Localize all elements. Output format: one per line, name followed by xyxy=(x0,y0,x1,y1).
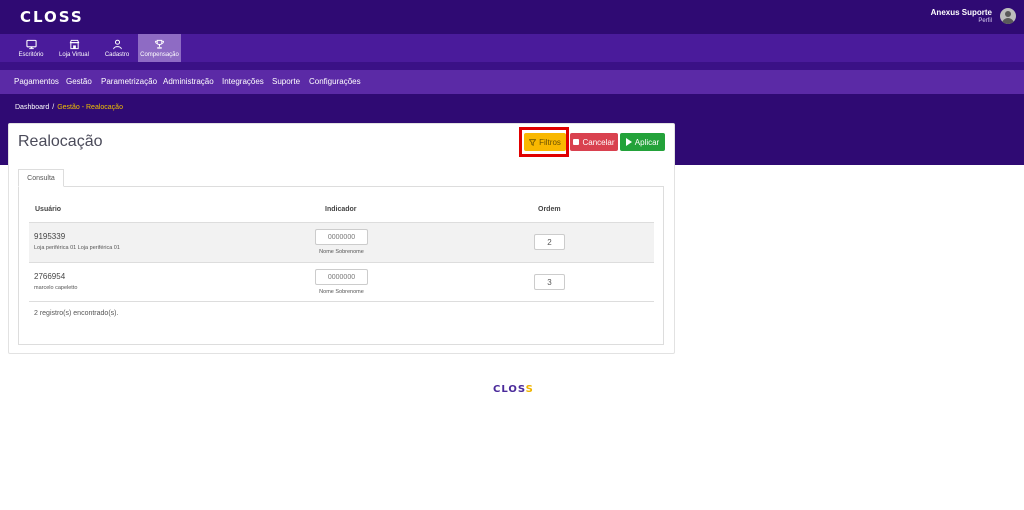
module-label: Compensação xyxy=(140,51,179,58)
breadcrumb-dashboard[interactable]: Dashboard xyxy=(15,104,49,111)
apply-button[interactable]: Aplicar xyxy=(620,133,665,151)
breadcrumb: Dashboard / Gestão - Realocação xyxy=(15,104,123,111)
indicator-name: Nome Sobrenome xyxy=(319,289,364,295)
filters-button[interactable]: Filtros xyxy=(524,133,566,151)
module-compensacao[interactable]: Compensação xyxy=(138,34,181,62)
user-name-cell: marcelo capeletto xyxy=(34,285,78,291)
brand-logo[interactable]: CLOSS xyxy=(20,8,84,26)
table-row: 2766954 marcelo capeletto 0000000 Nome S… xyxy=(29,262,654,302)
module-label: Cadastro xyxy=(104,51,130,58)
indicator-input[interactable]: 0000000 xyxy=(315,269,368,285)
main-menu: Pagamentos Gestão Parametrização Adminis… xyxy=(0,70,1024,94)
cancel-label: Cancelar xyxy=(582,137,615,147)
avatar-head xyxy=(1005,11,1011,17)
filters-label: Filtros xyxy=(539,137,561,147)
order-input[interactable]: 2 xyxy=(534,234,565,250)
footer-logo-main: CLOS xyxy=(493,384,526,395)
user-id: 2766954 xyxy=(34,272,66,281)
cancel-button[interactable]: Cancelar xyxy=(570,133,618,151)
tab-consulta[interactable]: Consulta xyxy=(18,169,64,187)
menu-item-gestao[interactable]: Gestão xyxy=(66,77,92,86)
user-name[interactable]: Anexus Suporte xyxy=(931,8,992,17)
column-header-indicador: Indicador xyxy=(325,206,357,213)
filter-icon xyxy=(529,138,537,146)
avatar[interactable] xyxy=(1000,8,1016,24)
table-row: 9195339 Loja periférica 01 Loja periféri… xyxy=(29,222,654,262)
menu-item-pagamentos[interactable]: Pagamentos xyxy=(14,77,59,86)
footer-logo-accent: S xyxy=(525,384,534,395)
module-cadastro[interactable]: Cadastro xyxy=(100,34,134,62)
column-header-usuario: Usuário xyxy=(35,206,62,213)
top-bar: CLOSS Anexus Suporte Perfil xyxy=(0,0,1024,34)
module-label: Escritório xyxy=(18,51,44,58)
play-icon xyxy=(625,138,632,146)
indicator-name: Nome Sobrenome xyxy=(319,249,364,255)
user-name-cell: Loja periférica 01 Loja periférica 01 xyxy=(34,245,120,251)
module-loja-virtual[interactable]: Loja Virtual xyxy=(54,34,94,62)
records-count: 2 registro(s) encontrado(s). xyxy=(34,310,119,317)
order-input[interactable]: 3 xyxy=(534,274,565,290)
indicator-input[interactable]: 0000000 xyxy=(315,229,368,245)
footer-logo: CLOSS xyxy=(493,384,534,395)
column-header-ordem: Ordem xyxy=(538,206,561,213)
user-id: 9195339 xyxy=(34,232,66,241)
menu-item-suporte[interactable]: Suporte xyxy=(272,77,300,86)
checkbox-icon xyxy=(573,139,580,145)
menu-item-configuracoes[interactable]: Configurações xyxy=(309,77,361,86)
store-icon xyxy=(69,39,79,49)
page-title: Realocação xyxy=(18,133,103,150)
user-icon xyxy=(112,39,122,49)
module-label: Loja Virtual xyxy=(59,51,89,58)
menu-item-parametrizacao[interactable]: Parametrização xyxy=(101,77,157,86)
breadcrumb-separator: / xyxy=(52,104,55,111)
trophy-icon xyxy=(154,39,165,49)
module-spacer xyxy=(0,62,1024,70)
avatar-body xyxy=(1002,18,1014,24)
breadcrumb-current: Gestão - Realocação xyxy=(57,104,123,111)
user-profile-link[interactable]: Perfil xyxy=(978,18,992,24)
desktop-icon xyxy=(25,39,37,49)
menu-item-administracao[interactable]: Administração xyxy=(163,77,214,86)
module-bar: Escritório Loja Virtual Cadastro Compens… xyxy=(0,34,1024,62)
module-escritorio[interactable]: Escritório xyxy=(14,34,48,62)
menu-item-integracoes[interactable]: Integrações xyxy=(222,77,264,86)
apply-label: Aplicar xyxy=(634,137,660,147)
